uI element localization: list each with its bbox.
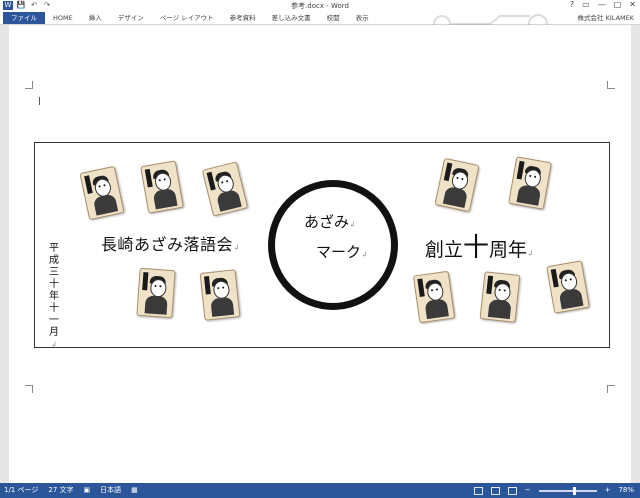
performer-card-5[interactable] xyxy=(199,269,241,321)
paragraph-mark-icon: ↲ xyxy=(349,220,356,229)
tab-file[interactable]: ファイル xyxy=(3,12,45,24)
crop-mark-bottom-right xyxy=(607,385,615,393)
proofing-icon[interactable]: ▣ xyxy=(84,483,91,498)
document-canvas[interactable]: 平成三十年十一月 ↲ 長崎あざみ落語会↲ あざみ↲ マーク↲ 創立十周年↲ xyxy=(0,25,640,483)
help-button[interactable]: ? xyxy=(570,0,574,9)
tab-references[interactable]: 参考資料 xyxy=(222,12,264,24)
anniversary-title[interactable]: 創立十周年↲ xyxy=(425,227,534,264)
title-bar: W 💾 ↶ ↷ 参考.docx - Word ? ▭ — □ ✕ xyxy=(0,0,640,12)
zoom-level[interactable]: 78% xyxy=(618,483,634,498)
performer-card-1[interactable] xyxy=(79,165,125,221)
document-page[interactable]: 平成三十年十一月 ↲ 長崎あざみ落語会↲ あざみ↲ マーク↲ 創立十周年↲ xyxy=(9,25,631,483)
performer-card-3[interactable] xyxy=(201,161,249,217)
zoom-in-button[interactable]: + xyxy=(605,483,611,498)
ribbon-tabs-bar: ファイル HOME 挿入 デザイン ページ レイアウト 参考資料 差し込み文書 … xyxy=(0,12,640,34)
crop-mark-bottom-left xyxy=(25,385,33,393)
zoom-slider[interactable] xyxy=(538,486,597,495)
date-text: 平成三十年十一月 xyxy=(49,243,59,338)
mark-line-1[interactable]: あざみ↲ xyxy=(304,211,356,232)
zoom-slider-knob[interactable] xyxy=(572,486,576,495)
paragraph-mark-icon: ↲ xyxy=(50,340,58,349)
performer-card-4[interactable] xyxy=(136,267,176,319)
performer-card-10[interactable] xyxy=(546,260,590,314)
ribbon-display-button[interactable]: ▭ xyxy=(582,0,590,9)
macro-icon[interactable]: ▦ xyxy=(131,483,138,498)
print-layout-icon[interactable] xyxy=(490,486,500,495)
zoom-out-button[interactable]: − xyxy=(525,483,531,498)
paragraph-mark-icon: ↲ xyxy=(233,243,241,252)
paragraph-mark-icon: ↲ xyxy=(527,249,534,258)
tab-page-layout[interactable]: ページ レイアウト xyxy=(152,12,222,24)
page-count[interactable]: 1/1 ページ xyxy=(4,483,38,498)
performer-card-7[interactable] xyxy=(508,156,552,210)
language[interactable]: 日本語 xyxy=(100,483,121,498)
anniversary-number: 十 xyxy=(463,233,490,263)
banner-frame[interactable]: 平成三十年十一月 ↲ 長崎あざみ落語会↲ あざみ↲ マーク↲ 創立十周年↲ xyxy=(34,142,610,351)
read-mode-icon[interactable] xyxy=(473,486,483,495)
tab-mailings[interactable]: 差し込み文書 xyxy=(264,12,319,24)
word-count[interactable]: 27 文字 xyxy=(48,483,73,498)
crop-mark-top-left xyxy=(25,81,33,89)
tab-design[interactable]: デザイン xyxy=(110,12,152,24)
performer-card-6[interactable] xyxy=(434,157,480,213)
tab-review[interactable]: 校閲 xyxy=(319,12,348,24)
tab-view[interactable]: 表示 xyxy=(348,12,377,24)
date-vertical-text[interactable]: 平成三十年十一月 ↲ xyxy=(47,243,61,351)
group-name[interactable]: 長崎あざみ落語会↲ xyxy=(101,231,240,255)
paragraph-mark-icon: ↲ xyxy=(361,250,368,259)
window-title: 参考.docx - Word xyxy=(291,2,349,10)
tab-home[interactable]: HOME xyxy=(45,12,81,24)
tab-insert[interactable]: 挿入 xyxy=(81,12,110,24)
mark-line-1-text: あざみ xyxy=(304,213,350,231)
anniversary-pre-text: 創立 xyxy=(425,239,464,261)
anniversary-post-text: 周年 xyxy=(489,239,528,261)
crop-mark-top-right xyxy=(607,81,615,89)
status-bar: 1/1 ページ 27 文字 ▣ 日本語 ▦ − + 78% xyxy=(0,483,640,498)
close-button[interactable]: ✕ xyxy=(629,0,636,9)
mark-line-2-text: マーク xyxy=(316,243,362,261)
performer-card-8[interactable] xyxy=(412,270,456,324)
performer-card-9[interactable] xyxy=(479,271,521,323)
text-cursor xyxy=(39,97,40,105)
performer-card-2[interactable] xyxy=(140,160,184,214)
window-controls: ? ▭ — □ ✕ xyxy=(570,0,636,9)
web-layout-icon[interactable] xyxy=(507,486,517,495)
group-name-text: 長崎あざみ落語会 xyxy=(101,235,234,254)
mark-line-2[interactable]: マーク↲ xyxy=(316,241,368,262)
maximize-button[interactable]: □ xyxy=(614,0,622,9)
minimize-button[interactable]: — xyxy=(598,0,606,9)
account-name[interactable]: 株式会社 KILAMEK xyxy=(578,12,634,24)
